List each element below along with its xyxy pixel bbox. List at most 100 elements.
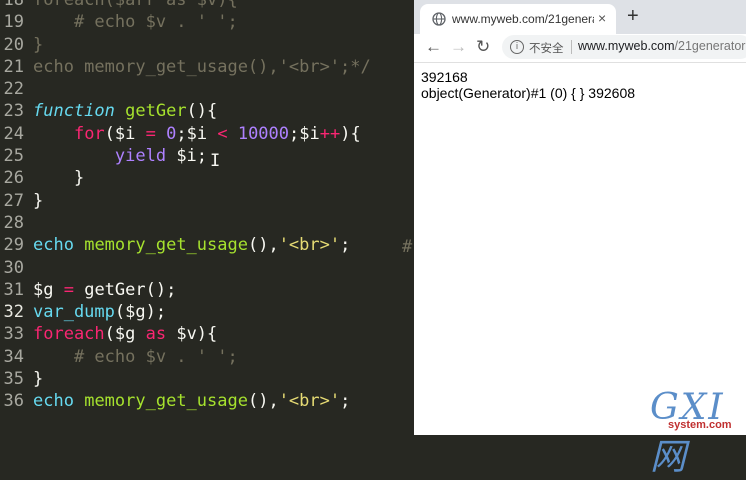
code-line[interactable]: 28 — [0, 212, 414, 234]
code-line[interactable]: 23 function getGer(){ — [0, 100, 414, 122]
line-number: 21 — [3, 56, 24, 77]
code-token: # echo $v . ' '; — [33, 12, 238, 33]
back-arrow-icon[interactable]: ← — [425, 37, 442, 57]
code-token: foreach($arr as $v){ — [33, 0, 238, 10]
line-number: 24 — [3, 123, 24, 144]
code-line[interactable]: 22 — [0, 78, 414, 100]
code-token: var_dump — [33, 302, 115, 323]
code-line[interactable]: 18 foreach($arr as $v){ — [0, 0, 414, 11]
code-line[interactable]: 27} — [0, 190, 414, 212]
code-token: (), — [247, 235, 279, 256]
code-token: } — [33, 34, 44, 55]
code-token: = — [63, 279, 74, 300]
code-token: for — [73, 123, 105, 144]
line-number: 31 — [3, 279, 24, 300]
code-token: < — [217, 123, 228, 144]
code-line[interactable]: 29 echo memory_get_usage(),'<br>'; — [0, 234, 414, 256]
code-token: memory_get_usage — [84, 235, 248, 256]
line-number: 28 — [3, 212, 24, 233]
browser-tab[interactable]: www.myweb.com/21generator × — [420, 4, 616, 34]
url-host: www.myweb.com — [578, 39, 675, 53]
code-token: '<br>' — [278, 391, 341, 412]
code-line[interactable]: 30 — [0, 257, 414, 279]
line-number: 20 — [3, 34, 24, 55]
code-line[interactable]: 20} — [0, 34, 414, 56]
line-number: 35 — [3, 369, 24, 390]
security-indicator[interactable]: 不安全 — [529, 40, 564, 56]
code-token: ($g — [104, 324, 146, 345]
code-line[interactable]: 24 for($i = 0;$i < 10000;$i++){ — [0, 123, 414, 145]
comment-hash: # — [402, 237, 413, 257]
line-number: 32 — [3, 302, 24, 323]
address-bar[interactable]: i 不安全 www.myweb.com/21generator — [502, 35, 746, 59]
line-number: 26 — [3, 168, 24, 189]
code-line[interactable]: 31 $g = getGer(); — [0, 279, 414, 301]
code-line[interactable]: 21 echo memory_get_usage(),'<br>';*/ — [0, 56, 414, 78]
code-line[interactable]: 26 } — [0, 167, 414, 189]
line-number: 29 — [3, 235, 24, 256]
globe-icon — [432, 12, 446, 26]
code-token: } — [33, 369, 44, 390]
code-token: echo — [33, 391, 74, 412]
code-token: yield — [114, 146, 167, 167]
line-number: 27 — [3, 190, 24, 211]
code-line[interactable]: 34 # echo $v . ' '; — [0, 346, 414, 368]
code-line[interactable]: 36 echo memory_get_usage(),'<br>'; — [0, 390, 414, 412]
code-token: as — [145, 324, 167, 345]
forward-arrow-icon[interactable]: → — [450, 37, 467, 57]
code-token: 0 — [166, 123, 177, 144]
code-token: (), — [247, 391, 279, 412]
line-number: 36 — [3, 391, 24, 412]
code-token: ;$i — [176, 123, 218, 144]
line-number: 25 — [3, 146, 24, 167]
line-number: 22 — [3, 79, 24, 100]
info-icon[interactable]: i — [510, 40, 524, 54]
code-line[interactable]: 32 var_dump($g); — [0, 301, 414, 323]
output-line: object(Generator)#1 (0) { } 392608 — [421, 85, 636, 101]
code-token: '<br>' — [278, 235, 341, 256]
code-token: ($g); — [114, 302, 167, 323]
code-line[interactable]: 25 yield $i; — [0, 145, 414, 167]
watermark-logo: GXI网 system.com — [650, 387, 742, 478]
line-number: 18 — [3, 0, 24, 10]
close-icon[interactable]: × — [598, 10, 606, 26]
code-token: ){ — [340, 123, 361, 144]
code-line[interactable]: 35} — [0, 368, 414, 390]
code-token: ;$i — [289, 123, 320, 144]
reload-icon[interactable]: ↻ — [476, 37, 490, 57]
code-token: getGer — [125, 101, 187, 122]
code-token: ; — [340, 235, 351, 256]
code-token: $i; — [166, 146, 208, 167]
code-lines: 18 foreach($arr as $v){19 # echo $v . ' '… — [0, 0, 414, 413]
code-token: # echo $v . ' '; — [33, 346, 238, 367]
code-token: foreach — [33, 324, 105, 345]
code-token: function — [33, 101, 115, 122]
browser-toolbar: ← → ↻ i 不安全 www.myweb.com/21generator — [414, 34, 746, 63]
line-number: 33 — [3, 324, 24, 345]
tab-bar: www.myweb.com/21generator × + — [414, 0, 746, 34]
code-token: getGer(); — [73, 279, 177, 300]
page-content: 392168 object(Generator)#1 (0) { } 39260… — [414, 63, 746, 435]
watermark-text: GXI网 — [650, 387, 725, 478]
code-line[interactable]: 19 # echo $v . ' '; — [0, 11, 414, 33]
code-token: ($i — [104, 123, 146, 144]
line-number: 19 — [3, 12, 24, 33]
line-number: 30 — [3, 257, 24, 278]
code-editor[interactable]: 18 foreach($arr as $v){19 # echo $v . ' '… — [0, 0, 414, 435]
code-token: = — [145, 123, 156, 144]
url-path: /21generator — [674, 39, 746, 53]
code-token: $v){ — [166, 324, 218, 345]
code-token: (){ — [186, 101, 218, 122]
new-tab-button[interactable]: + — [627, 5, 639, 28]
line-number: 34 — [3, 346, 24, 367]
omnibox-divider — [571, 40, 572, 54]
code-line[interactable]: 33 foreach($g as $v){ — [0, 323, 414, 345]
code-token: ++ — [319, 123, 341, 144]
url-text[interactable]: www.myweb.com/21generator — [578, 39, 745, 53]
